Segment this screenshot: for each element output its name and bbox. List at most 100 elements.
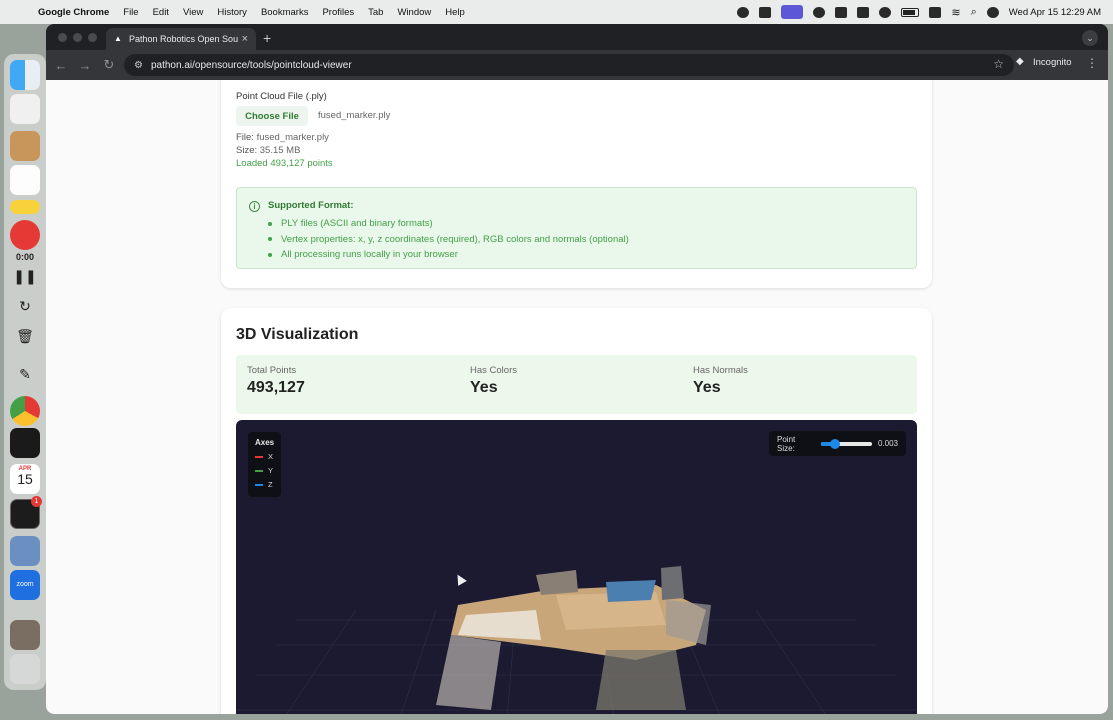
recording-timer: 0:00 — [15, 252, 34, 262]
menu-profiles[interactable]: Profiles — [322, 7, 354, 18]
wifi-icon[interactable]: ≋ — [951, 6, 960, 19]
point-size-slider[interactable] — [820, 438, 872, 449]
new-tab-icon[interactable]: + — [263, 30, 271, 46]
address-bar[interactable]: ⚙ pathon.ai/opensource/tools/pointcloud-… — [124, 54, 1014, 76]
trash-icon[interactable] — [10, 654, 40, 684]
file-value: fused_marker.ply — [256, 132, 329, 143]
pointcloud-render — [236, 566, 917, 714]
close-window-button[interactable] — [58, 33, 67, 42]
url-text[interactable]: pathon.ai/opensource/tools/pointcloud-vi… — [151, 60, 352, 71]
calendar-icon[interactable]: APR 15 — [10, 464, 40, 494]
zoom-icon[interactable]: zoom — [10, 570, 40, 600]
menu-app-name[interactable]: Google Chrome — [38, 7, 109, 18]
visualization-card: 3D Visualization Total Points 493,127 Ha… — [221, 308, 932, 714]
stat-has-colors: Has Colors Yes — [470, 365, 517, 397]
status-app-icon[interactable] — [835, 6, 848, 18]
launchpad-icon[interactable] — [10, 94, 40, 124]
menu-tab[interactable]: Tab — [368, 7, 383, 18]
axis-x-swatch — [255, 455, 263, 458]
axis-y-swatch — [255, 469, 263, 472]
axes-legend: Axes X Y Z — [248, 432, 281, 497]
screen-mirroring-icon[interactable] — [781, 5, 804, 19]
stat-total-points: Total Points 493,127 — [247, 365, 305, 397]
bullet-icon — [268, 221, 272, 226]
status-app-icon[interactable] — [737, 6, 750, 18]
stat-value: 493,127 — [247, 379, 305, 396]
site-info-icon[interactable]: ⚙ — [134, 60, 143, 71]
pause-icon[interactable]: ❚❚ — [4, 268, 46, 285]
contacts-icon[interactable] — [10, 131, 40, 161]
menu-bookmarks[interactable]: Bookmarks — [261, 7, 309, 18]
battery-icon[interactable] — [901, 7, 920, 17]
list-item: PLY files (ASCII and binary formats) — [268, 216, 629, 232]
menu-help[interactable]: Help — [445, 7, 465, 18]
list-item: All processing runs locally in your brow… — [268, 247, 629, 263]
keyboard-input-icon[interactable] — [929, 6, 942, 18]
menu-history[interactable]: History — [217, 7, 247, 18]
tab-search-icon[interactable]: ⌄ — [1082, 30, 1098, 46]
upload-card: Point Cloud File (.ply) Choose File fuse… — [221, 80, 932, 288]
size-value: 35.15 MB — [259, 145, 301, 156]
screenshot-thumbnail-icon[interactable] — [10, 620, 40, 650]
bookmark-star-icon[interactable]: ☆ — [993, 57, 1004, 71]
info-title: Supported Format: — [268, 200, 354, 211]
reload-icon[interactable]: ↻ — [98, 57, 120, 73]
close-tab-icon[interactable]: × — [242, 33, 248, 45]
menu-window[interactable]: Window — [397, 7, 431, 18]
size-label: Size: — [236, 145, 258, 156]
finder-icon[interactable] — [10, 60, 40, 90]
search-icon[interactable]: ⌕ — [971, 6, 977, 19]
page-content: Point Cloud File (.ply) Choose File fuse… — [46, 80, 1108, 714]
cursor-app-icon[interactable] — [10, 428, 40, 458]
loaded-status: Loaded 493,127 points — [236, 158, 333, 169]
axes-title: Axes — [255, 438, 275, 447]
info-list: PLY files (ASCII and binary formats) Ver… — [268, 216, 629, 263]
restart-icon[interactable]: ↻ — [4, 298, 46, 315]
control-center-icon[interactable] — [986, 6, 999, 18]
axis-y-row: Y — [255, 466, 274, 475]
status-app-icon[interactable] — [857, 6, 870, 18]
record-stop-icon[interactable] — [10, 220, 40, 250]
menu-view[interactable]: View — [183, 7, 203, 18]
tab-strip: ▲ Pathon Robotics Open Source × + ⌄ — [46, 24, 1108, 50]
info-item-text: PLY files (ASCII and binary formats) — [281, 218, 433, 230]
pointcloud-viewer-canvas[interactable]: Axes X Y Z Point Size: 0.003 — [236, 420, 917, 714]
size-info-row: Size: 35.15 MB — [236, 145, 300, 156]
menu-edit[interactable]: Edit — [153, 7, 169, 18]
incognito-label: Incognito — [1033, 56, 1072, 68]
stat-has-normals: Has Normals Yes — [693, 365, 748, 397]
status-app-icon[interactable] — [813, 6, 826, 18]
stat-value: Yes — [693, 379, 721, 396]
incognito-indicator[interactable]: ◆ Incognito — [1016, 56, 1072, 68]
browser-tab[interactable]: ▲ Pathon Robotics Open Source × — [106, 28, 256, 50]
menu-bar-clock[interactable]: Wed Apr 15 12:29 AM — [1009, 7, 1101, 18]
reminders-icon[interactable] — [10, 165, 40, 195]
status-icons: ≋ ⌕ Wed Apr 15 12:29 AM — [737, 0, 1101, 24]
annotate-pen-icon[interactable]: ✎ — [4, 366, 46, 383]
menu-file[interactable]: File — [123, 7, 138, 18]
axis-z-row: Z — [255, 480, 274, 489]
choose-file-button[interactable]: Choose File — [236, 106, 308, 126]
axis-z-label: Z — [268, 480, 273, 489]
chrome-menu-icon[interactable]: ⋮ — [1086, 56, 1098, 70]
stats-panel: Total Points 493,127 Has Colors Yes Has … — [236, 355, 917, 414]
slider-thumb[interactable] — [829, 438, 840, 449]
play-icon[interactable] — [879, 6, 892, 18]
dock: 0:00 ❚❚ ↻ 🗑 ✎ APR 15 1 zoom — [4, 54, 46, 690]
preview-icon[interactable] — [10, 536, 40, 566]
notes-icon[interactable] — [10, 200, 40, 214]
bullet-icon — [268, 237, 272, 242]
back-icon[interactable]: ← — [50, 58, 72, 73]
trash-recording-icon[interactable]: 🗑 — [4, 328, 46, 345]
list-item: Vertex properties: x, y, z coordinates (… — [268, 232, 629, 248]
maximize-window-button[interactable] — [88, 33, 97, 42]
chrome-icon[interactable] — [10, 396, 40, 426]
minimize-window-button[interactable] — [73, 33, 82, 42]
tab-title: Pathon Robotics Open Source — [129, 34, 238, 44]
tab-favicon-icon: ▲ — [114, 34, 122, 43]
axis-z-swatch — [255, 483, 263, 486]
status-app-icon[interactable] — [759, 6, 772, 18]
forward-icon[interactable]: → — [74, 58, 96, 73]
file-info-row: File: fused_marker.ply — [236, 132, 329, 143]
macos-menu-bar: Google Chrome File Edit View History Boo… — [0, 0, 1113, 24]
